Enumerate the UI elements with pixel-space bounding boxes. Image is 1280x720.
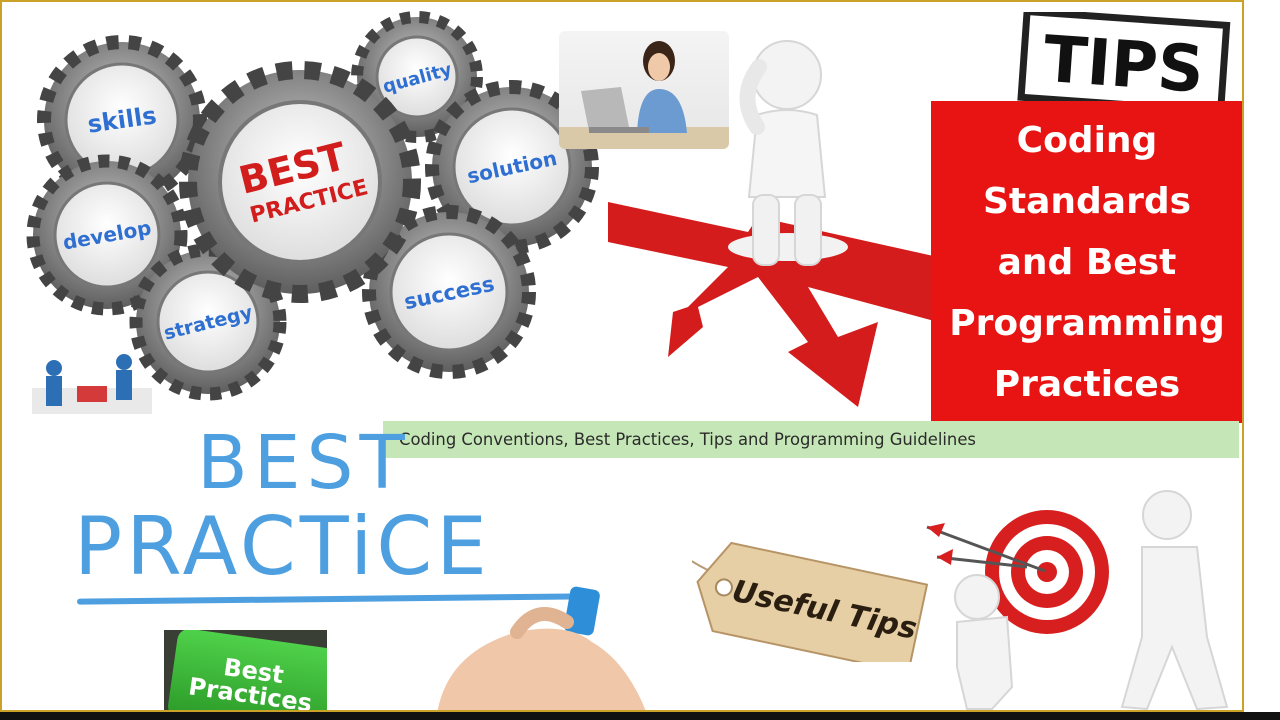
best-heading: BEST <box>197 420 411 506</box>
right-margin <box>1244 0 1280 712</box>
woman-laptop-photo <box>559 31 729 149</box>
target-figures-illustration <box>926 490 1229 710</box>
page-title: Coding Standards and Best Programming Pr… <box>949 119 1225 405</box>
title-box: Coding Standards and Best Programming Pr… <box>931 101 1242 423</box>
best-practices-key: Best Practices <box>164 630 327 712</box>
gear-best-practice: BEST PRACTICE <box>179 61 421 303</box>
key-cap: Best Practices <box>166 630 327 712</box>
subtitle-strip: Coding Conventions, Best Practices, Tips… <box>383 421 1239 458</box>
key-line-2: Practices <box>186 672 314 712</box>
thumbnail-frame: skills quality solution develop strategy <box>0 0 1244 712</box>
subtitle-text: Coding Conventions, Best Practices, Tips… <box>399 430 976 449</box>
bottom-bar <box>0 712 1280 720</box>
useful-tips-tag-icon: Useful Tips <box>692 541 929 662</box>
hand-marker-illustration <box>437 586 646 710</box>
puzzle-people-icon <box>32 354 152 414</box>
tips-stamp-text: TIPS <box>1041 23 1206 107</box>
thinking-figure-illustration <box>739 40 827 266</box>
tips-stamp-icon: TIPS <box>1017 12 1231 107</box>
